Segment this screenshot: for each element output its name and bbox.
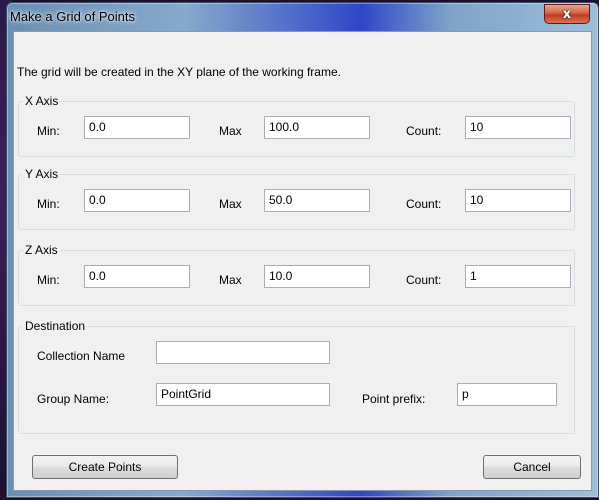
point-prefix-label: Point prefix:: [362, 392, 426, 406]
y-min-input[interactable]: 0.0: [84, 189, 190, 212]
z-count-input[interactable]: 1: [465, 265, 571, 288]
x-max-label: Max: [219, 124, 242, 138]
z-max-label: Max: [219, 273, 242, 287]
y-axis-title: Y Axis: [23, 167, 61, 181]
x-count-input[interactable]: 10: [465, 116, 571, 139]
z-count-label: Count:: [406, 273, 442, 287]
x-axis-group: X Axis Min: 0.0 Max 100.0 Count: 10: [18, 94, 575, 157]
destination-title: Destination: [23, 319, 88, 333]
z-max-input[interactable]: 10.0: [264, 265, 370, 288]
y-max-label: Max: [219, 197, 242, 211]
collection-name-input[interactable]: [156, 341, 330, 364]
y-count-label: Count:: [406, 197, 442, 211]
z-min-label: Min:: [37, 273, 60, 287]
close-icon: x: [562, 6, 572, 22]
x-count-label: Count:: [406, 124, 442, 138]
z-axis-group: Z Axis Min: 0.0 Max 10.0 Count: 1: [18, 243, 575, 306]
z-min-input[interactable]: 0.0: [84, 265, 190, 288]
create-points-button[interactable]: Create Points: [32, 455, 178, 479]
title-bar[interactable]: Make a Grid of Points x: [7, 3, 598, 31]
y-min-label: Min:: [37, 197, 60, 211]
destination-group: Destination Collection Name Group Name: …: [18, 319, 575, 434]
point-prefix-input[interactable]: p: [457, 383, 557, 406]
x-axis-title: X Axis: [23, 94, 61, 108]
window-title: Make a Grid of Points: [10, 9, 135, 24]
group-name-input[interactable]: PointGrid: [156, 383, 330, 406]
x-max-input[interactable]: 100.0: [264, 116, 370, 139]
z-axis-title: Z Axis: [23, 243, 60, 257]
y-count-input[interactable]: 10: [465, 189, 571, 212]
intro-text: The grid will be created in the XY plane…: [17, 65, 341, 79]
x-min-label: Min:: [37, 124, 60, 138]
dialog-body: The grid will be created in the XY plane…: [13, 31, 592, 491]
y-axis-group: Y Axis Min: 0.0 Max 50.0 Count: 10: [18, 167, 575, 230]
close-button[interactable]: x: [544, 4, 590, 24]
x-min-input[interactable]: 0.0: [84, 116, 190, 139]
collection-name-label: Collection Name: [37, 349, 126, 363]
y-max-input[interactable]: 50.0: [264, 189, 370, 212]
cancel-button[interactable]: Cancel: [483, 455, 581, 479]
group-name-label: Group Name:: [37, 392, 110, 406]
dialog-window: Make a Grid of Points x The grid will be…: [6, 2, 599, 498]
